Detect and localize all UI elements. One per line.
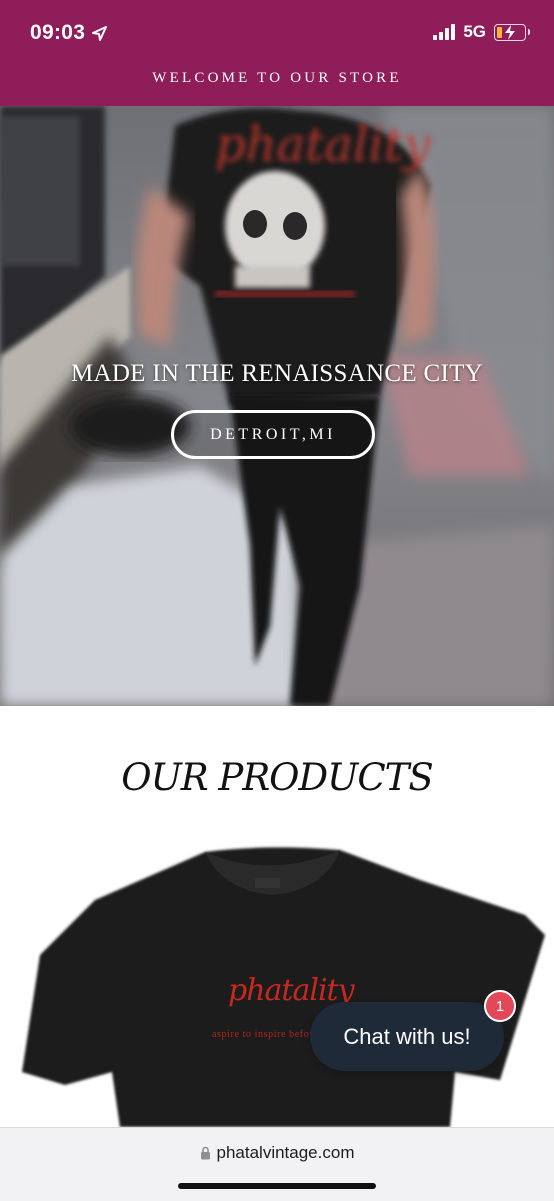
hero-shirt-brand: phatality: [215, 117, 431, 173]
chat-label: Chat with us!: [343, 1023, 471, 1049]
url-text: phatalvintage.com: [216, 1143, 355, 1162]
top-bar: 09:03 5G WELCOME TO OUR STORE: [0, 0, 554, 106]
shirt-tagline-text: aspire to inspire before: [212, 1029, 319, 1040]
home-indicator: [178, 1183, 376, 1189]
url-display[interactable]: phatalvintage.com: [0, 1143, 554, 1163]
detroit-button[interactable]: DETROIT,MI: [171, 410, 375, 459]
time-text: 09:03: [30, 21, 86, 44]
announcement-bar: WELCOME TO OUR STORE: [152, 70, 402, 86]
status-indicators: 5G: [433, 22, 530, 42]
network-label: 5G: [463, 22, 486, 41]
battery-charging-icon: [494, 23, 530, 41]
hero-title: MADE IN THE RENAISSANCE CITY: [70, 360, 484, 387]
hero-banner: phatality MADE IN THE RENAISSANCE CITY D…: [0, 106, 554, 706]
signal-bars-icon: [433, 24, 456, 40]
hero-photo: phatality: [0, 106, 554, 706]
products-heading: OUR PRODUCTS: [121, 756, 433, 799]
browser-url-bar[interactable]: phatalvintage.com: [0, 1127, 554, 1201]
product-image-tshirt[interactable]: phatality aspire to inspire before: [0, 840, 554, 1127]
lock-icon: [200, 1146, 210, 1160]
location-arrow-icon: [92, 25, 108, 41]
status-time: 09:03: [30, 21, 108, 45]
chat-notification-badge: 1: [484, 990, 516, 1022]
chat-button[interactable]: Chat with us!: [310, 1002, 504, 1071]
